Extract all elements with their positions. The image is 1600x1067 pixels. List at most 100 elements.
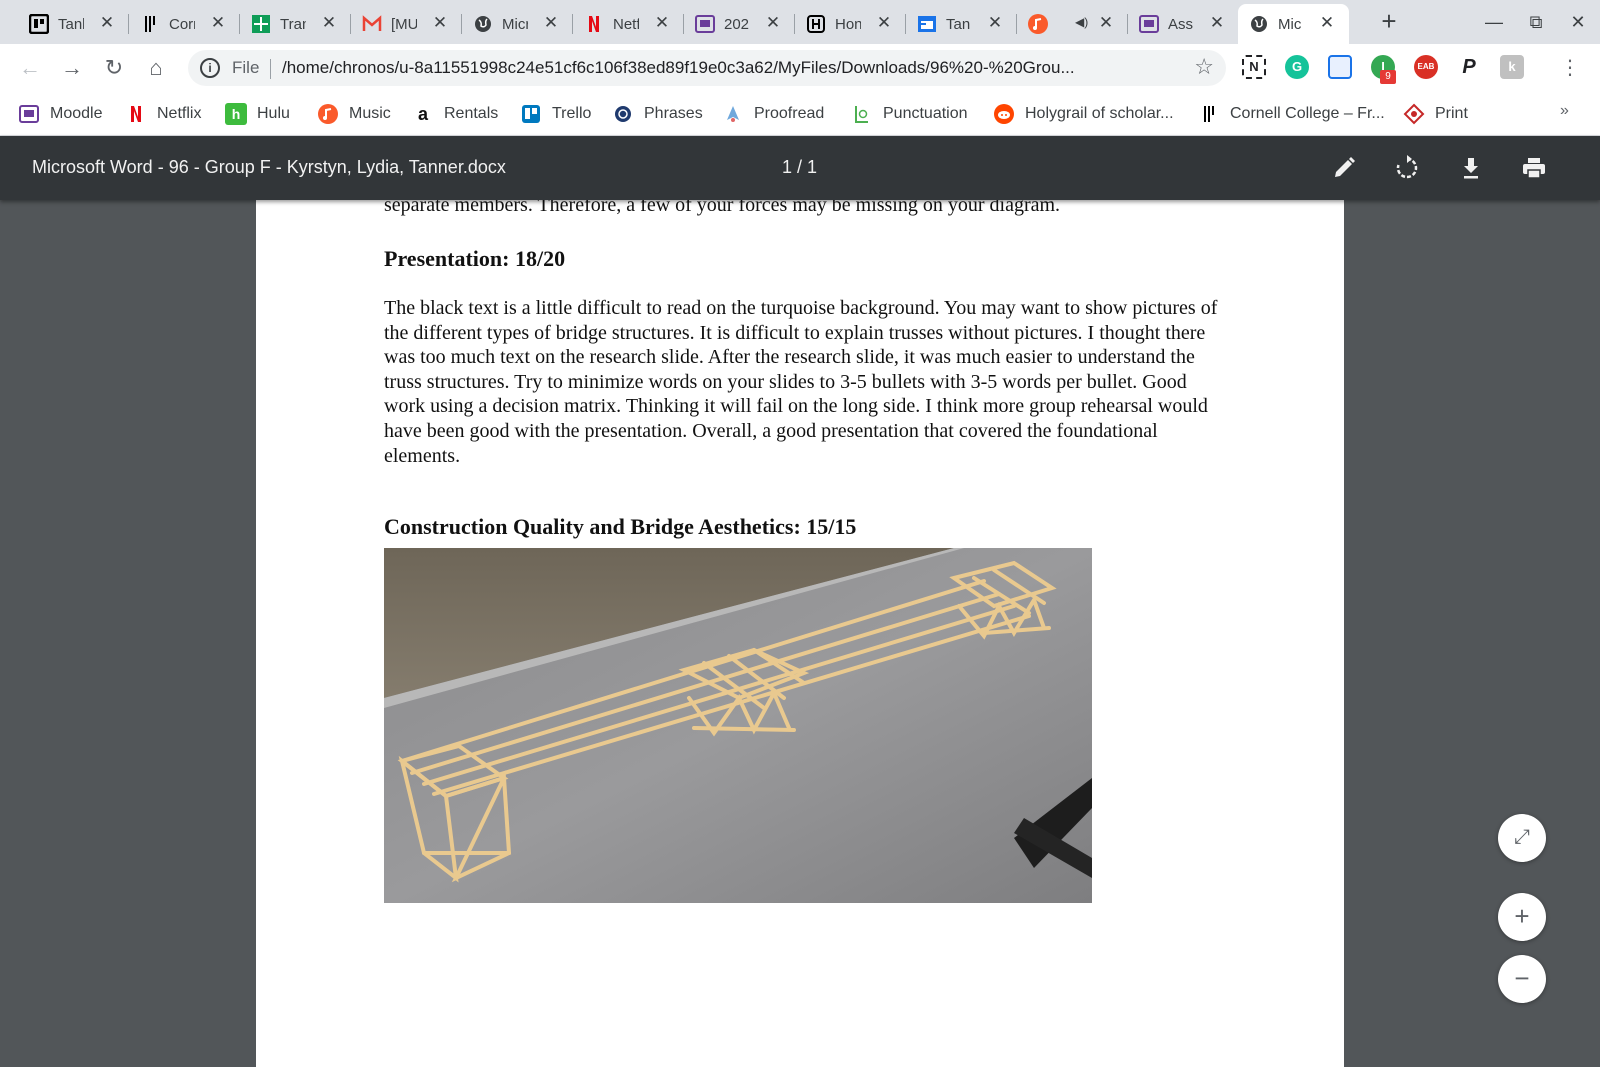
netflix-icon: [583, 13, 605, 35]
minimize-button[interactable]: —: [1480, 8, 1508, 36]
extension-gray-icon[interactable]: k: [1500, 55, 1524, 79]
cornell-icon: [1198, 103, 1220, 125]
tab-0[interactable]: Tank ✕: [18, 4, 129, 44]
close-icon[interactable]: ✕: [652, 13, 672, 33]
bookmark-label: Holygrail of scholar...: [1025, 105, 1174, 122]
forward-arrow-icon[interactable]: →: [58, 54, 86, 82]
tab-8[interactable]: Tan ✕: [906, 4, 1017, 44]
globe-icon: [1248, 13, 1270, 35]
tab-6[interactable]: 202 ✕: [684, 4, 795, 44]
url-text[interactable]: /home/chronos/u-8a11551998c24e51cf6c106f…: [282, 58, 1162, 78]
eab-icon[interactable]: EAB: [1414, 55, 1438, 79]
restore-button[interactable]: ⧉: [1522, 8, 1550, 36]
reload-icon[interactable]: ↻: [100, 54, 128, 82]
tab-1[interactable]: Corn ✕: [129, 4, 240, 44]
rotate-icon[interactable]: [1393, 154, 1421, 182]
continuation-text: separate members. Therefore, a few of yo…: [384, 200, 1061, 216]
bookmark-phrases[interactable]: Phrases: [612, 100, 703, 128]
close-icon[interactable]: ✕: [985, 13, 1005, 33]
globe-icon: [472, 13, 494, 35]
extension-window-icon[interactable]: [1328, 55, 1352, 79]
phrases-icon: [612, 103, 634, 125]
bookmark-label: Music: [349, 105, 391, 122]
zoom-out-button[interactable]: −: [1498, 955, 1546, 1003]
close-icon[interactable]: ✕: [874, 13, 894, 33]
presentation-paragraph: The black text is a little difficult to …: [384, 297, 1218, 467]
grammarly-icon[interactable]: G: [1285, 55, 1309, 79]
cornell-icon: [139, 13, 161, 35]
trello-icon: [28, 13, 50, 35]
bookmark-label: Cornell College – Fr...: [1230, 105, 1385, 122]
bookmark-punctuation[interactable]: Punctuation: [851, 100, 968, 128]
window-close-button[interactable]: ✕: [1564, 8, 1592, 36]
tab-label: Tank: [58, 15, 84, 33]
tab-9[interactable]: ◀) ✕: [1017, 4, 1128, 44]
close-icon[interactable]: ✕: [208, 13, 228, 33]
download-icon[interactable]: [1457, 154, 1485, 182]
close-icon[interactable]: ✕: [1317, 13, 1337, 33]
bookmark-rentals[interactable]: a Rentals: [412, 100, 498, 128]
bookmark-print[interactable]: Print: [1403, 100, 1468, 128]
browser-toolbar: ← → ↻ ⌂ i File /home/chronos/u-8a1155199…: [0, 44, 1600, 92]
tab-7[interactable]: Hon ✕: [795, 4, 906, 44]
bookmark-label: Moodle: [50, 105, 103, 122]
print-icon[interactable]: [1520, 154, 1548, 182]
reddit-icon: [993, 103, 1015, 125]
bookmark-holygrail[interactable]: Holygrail of scholar...: [993, 100, 1174, 128]
extension-n-icon[interactable]: N: [1242, 55, 1266, 79]
close-icon[interactable]: ✕: [541, 13, 561, 33]
extension-p-icon[interactable]: P: [1457, 55, 1481, 79]
close-icon[interactable]: ✕: [1096, 13, 1116, 33]
menu-kebab-icon[interactable]: ⋮: [1556, 54, 1584, 82]
tab-label: Mic: [1278, 15, 1302, 33]
close-icon[interactable]: ✕: [1207, 13, 1227, 33]
netflix-icon: [125, 103, 147, 125]
tab-10[interactable]: Ass ✕: [1128, 4, 1239, 44]
tab-label: Netf: [613, 15, 639, 33]
bookmark-proofread[interactable]: Proofread: [722, 100, 824, 128]
back-arrow-icon[interactable]: ←: [16, 54, 44, 82]
bookmark-label: Phrases: [644, 105, 703, 122]
tab-label: Micr: [502, 15, 528, 33]
tab-2[interactable]: Trans ✕: [240, 4, 351, 44]
speaker-icon[interactable]: ◀): [1075, 15, 1088, 29]
gmail-icon: [361, 13, 383, 35]
info-icon[interactable]: i: [200, 58, 220, 78]
close-icon[interactable]: ✕: [97, 13, 117, 33]
tab-label: Corn: [169, 15, 195, 33]
bookmark-label: Netflix: [157, 105, 202, 122]
close-icon[interactable]: ✕: [430, 13, 450, 33]
bookmark-hulu[interactable]: h Hulu: [225, 100, 290, 128]
bookmark-label: Hulu: [257, 105, 290, 122]
tab-strip: Tank ✕ Corn ✕ Trans ✕ [MU ✕ Micr ✕ Netf …: [0, 0, 1600, 44]
music-icon: [317, 103, 339, 125]
bookmark-star-icon[interactable]: ☆: [1194, 54, 1214, 80]
annotate-pencil-icon[interactable]: [1330, 154, 1358, 182]
tab-4[interactable]: Micr ✕: [462, 4, 573, 44]
home-icon[interactable]: ⌂: [142, 54, 170, 82]
document-title: Microsoft Word - 96 - Group F - Kyrstyn,…: [32, 157, 506, 177]
close-icon[interactable]: ✕: [763, 13, 783, 33]
bookmark-trello[interactable]: Trello: [520, 100, 591, 128]
tab-label: Ass: [1168, 15, 1194, 33]
bookmarks-overflow-button[interactable]: »: [1560, 102, 1569, 120]
url-scheme: File: [232, 58, 260, 77]
bookmark-netflix[interactable]: Netflix: [125, 100, 201, 128]
music-icon: [1027, 13, 1049, 35]
tab-3[interactable]: [MU ✕: [351, 4, 462, 44]
bookmark-label: Proofread: [754, 105, 825, 122]
new-tab-button[interactable]: +: [1374, 7, 1404, 37]
address-bar[interactable]: i File /home/chronos/u-8a11551998c24e51c…: [188, 50, 1226, 86]
tab-5[interactable]: Netf ✕: [573, 4, 684, 44]
bookmark-cornell[interactable]: Cornell College – Fr...: [1198, 100, 1385, 128]
bookmark-moodle[interactable]: Moodle: [18, 100, 102, 128]
tab-label: Tan: [946, 15, 971, 33]
bookmark-music[interactable]: Music: [317, 100, 391, 128]
zoom-in-button[interactable]: +: [1498, 893, 1546, 941]
fit-to-page-button[interactable]: ⤢: [1498, 814, 1546, 862]
close-icon[interactable]: ✕: [319, 13, 339, 33]
moodle-icon: [694, 13, 716, 35]
tab-11-active[interactable]: Mic ✕: [1238, 4, 1349, 44]
divider: [270, 59, 271, 79]
print-icon: [1403, 103, 1425, 125]
